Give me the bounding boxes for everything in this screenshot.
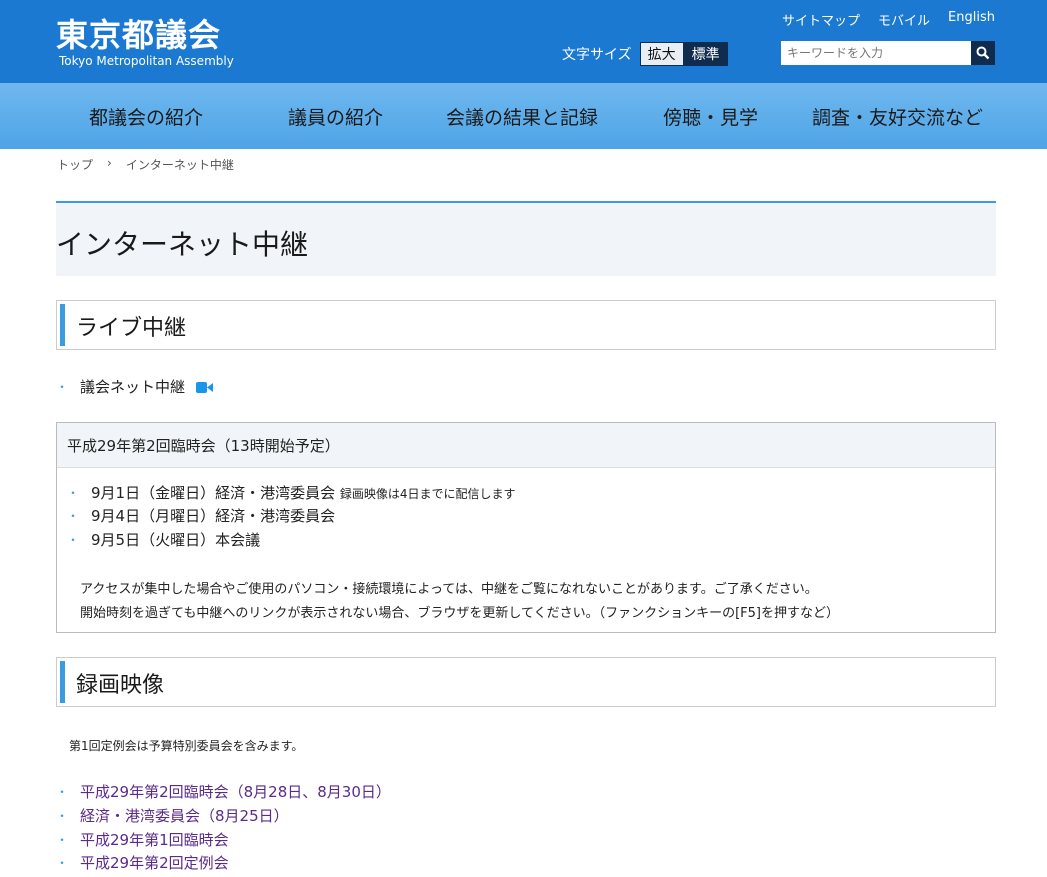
utility-links: サイトマップ モバイル English (782, 10, 995, 29)
search-input[interactable] (781, 41, 971, 65)
live-box-title: 平成29年第2回臨時会（13時開始予定） (67, 437, 340, 455)
recorded-link[interactable]: 平成29年第1回臨時会 (80, 831, 229, 849)
assembly-net-live-link[interactable]: 議会ネット中継 (80, 378, 185, 396)
access-notice: アクセスが集中した場合やご使用のパソコン・接続環境によっては、中継をご覧になれな… (80, 582, 818, 597)
live-link-item: 議会ネット中継 (56, 376, 213, 397)
recorded-link-item: 経済・港湾委員会（8月25日） (56, 805, 289, 826)
list-item: 9月4日（月曜日）経済・港湾委員会 (67, 505, 336, 526)
search-form (781, 41, 995, 65)
site-logo-subtitle: Tokyo Metropolitan Assembly (59, 54, 234, 68)
recorded-link-item: 平成29年第2回定例会 (56, 852, 229, 873)
list-item: 9月5日（火曜日）本会議 (67, 529, 261, 550)
search-icon (976, 46, 990, 60)
video-camera-icon (195, 382, 213, 393)
nav-item-meetings[interactable]: 会議の結果と記録 (446, 103, 598, 130)
schedule-text: 9月5日（火曜日）本会議 (91, 531, 261, 549)
font-size-label: 文字サイズ (562, 47, 632, 63)
live-schedule-box: 平成29年第2回臨時会（13時開始予定） 9月1日（金曜日）経済・港湾委員会 録… (56, 422, 996, 633)
site-logo[interactable]: 東京都議会 (56, 10, 221, 56)
refresh-notice: 開始時刻を過ぎても中継へのリンクが表示されない場合、ブラウザを更新してください。… (80, 606, 839, 621)
search-button[interactable] (971, 41, 995, 65)
recorded-heading-text: 録画映像 (76, 673, 165, 698)
list-item: 9月1日（金曜日）経済・港湾委員会 録画映像は4日までに配信します (67, 482, 516, 503)
recorded-link[interactable]: 経済・港湾委員会（8月25日） (80, 807, 289, 825)
schedule-text: 9月1日（金曜日）経済・港湾委員会 (91, 484, 336, 502)
page-title-box: インターネット中継 (56, 201, 996, 276)
recorded-link-item: 平成29年第1回臨時会 (56, 829, 229, 850)
font-size-control: 文字サイズ 拡大 標準 (562, 42, 728, 66)
site-header: 東京都議会 Tokyo Metropolitan Assembly サイトマップ… (0, 0, 1047, 83)
recorded-link[interactable]: 平成29年第2回定例会 (80, 854, 229, 872)
recorded-section-heading: 録画映像 (56, 657, 996, 707)
font-large-button[interactable]: 拡大 (639, 42, 684, 66)
recorded-link[interactable]: 平成29年第2回臨時会（8月28日、8月30日） (80, 783, 391, 801)
font-normal-button[interactable]: 標準 (683, 42, 728, 66)
breadcrumb-separator: › (107, 156, 112, 170)
page-title: インターネット中継 (56, 228, 309, 261)
global-nav: 都議会の紹介 議員の紹介 会議の結果と記録 傍聴・見学 調査・友好交流など (0, 83, 1047, 149)
sitemap-link[interactable]: サイトマップ (782, 10, 860, 29)
live-heading-text: ライブ中継 (76, 316, 187, 341)
nav-item-visit[interactable]: 傍聴・見学 (663, 103, 758, 130)
recorded-link-item: 平成29年第2回臨時会（8月28日、8月30日） (56, 781, 391, 802)
nav-item-assembly-intro[interactable]: 都議会の紹介 (89, 103, 203, 130)
live-box-header: 平成29年第2回臨時会（13時開始予定） (57, 423, 995, 468)
breadcrumb-current: インターネット中継 (125, 158, 234, 172)
mobile-link[interactable]: モバイル (878, 10, 930, 29)
nav-item-research[interactable]: 調査・友好交流など (812, 103, 983, 130)
schedule-text: 9月4日（月曜日）経済・港湾委員会 (91, 507, 336, 525)
recorded-note: 第1回定例会は予算特別委員会を含みます。 (69, 739, 304, 753)
breadcrumb: トップ › インターネット中継 (57, 156, 234, 173)
schedule-note: 録画映像は4日までに配信します (339, 487, 516, 501)
english-link[interactable]: English (948, 10, 995, 29)
breadcrumb-top-link[interactable]: トップ (57, 156, 93, 173)
live-section-heading: ライブ中継 (56, 300, 996, 350)
nav-item-members[interactable]: 議員の紹介 (288, 103, 383, 130)
